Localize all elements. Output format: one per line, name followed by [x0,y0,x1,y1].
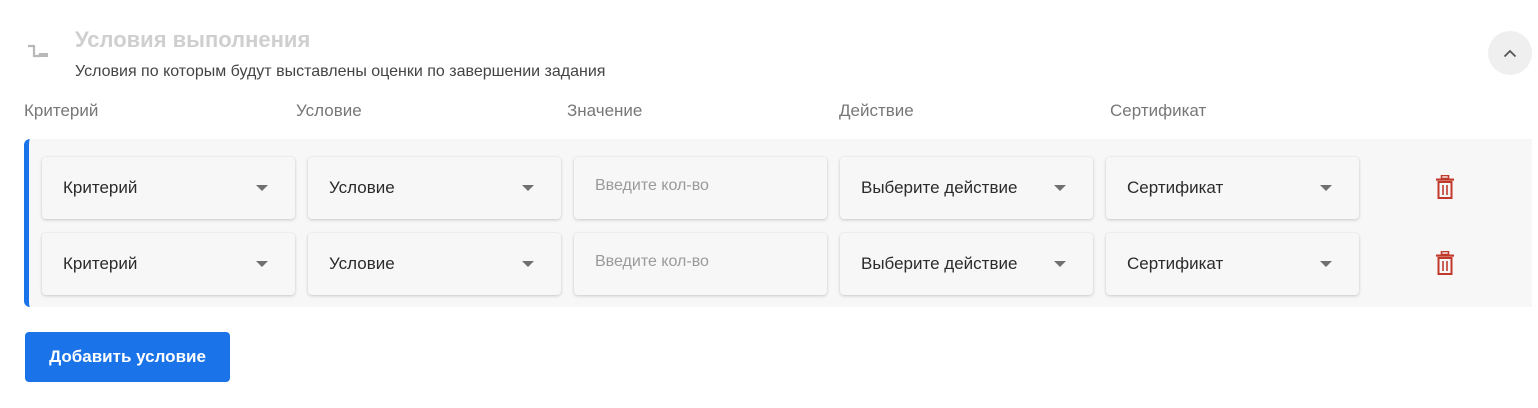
dropdown-caret-icon [1054,261,1066,267]
action-select-value: Выберите действие [861,178,1018,197]
route-step-icon [26,42,50,62]
delete-row-button[interactable] [1432,249,1458,277]
trash-icon [1436,175,1454,199]
condition-select[interactable]: Условие [308,233,561,295]
trash-icon [1436,251,1454,275]
column-header-value: Значение [567,101,643,120]
condition-select-value: Условие [329,178,395,197]
action-select[interactable]: Выберите действие [840,233,1093,295]
column-header-certificate: Сертификат [1110,101,1207,120]
chevron-up-icon [1503,49,1517,57]
delete-row-button[interactable] [1432,173,1458,201]
certificate-select-value: Сертификат [1127,178,1224,197]
value-input-placeholder: Введите кол-во [595,177,709,194]
dropdown-caret-icon [1054,185,1066,191]
column-header-condition: Условие [296,101,362,120]
column-header-action: Действие [839,101,914,120]
value-input[interactable]: Введите кол-во [574,157,827,219]
section-subtitle: Условия по которым будут выставлены оцен… [75,63,606,80]
dropdown-caret-icon [1320,261,1332,267]
collapse-button[interactable] [1488,31,1532,75]
certificate-select-value: Сертификат [1127,254,1224,273]
action-select-value: Выберите действие [861,254,1018,273]
dropdown-caret-icon [522,261,534,267]
certificate-select[interactable]: Сертификат [1106,157,1359,219]
action-select[interactable]: Выберите действие [840,157,1093,219]
criterion-select[interactable]: Критерий [42,157,295,219]
dropdown-caret-icon [256,185,268,191]
dropdown-caret-icon [1320,185,1332,191]
column-header-criterion: Критерий [24,101,99,120]
section-title: Условия выполнения [75,27,311,52]
criterion-select[interactable]: Критерий [42,233,295,295]
value-input[interactable]: Введите кол-во [574,233,827,295]
condition-select[interactable]: Условие [308,157,561,219]
certificate-select[interactable]: Сертификат [1106,233,1359,295]
value-input-placeholder: Введите кол-во [595,253,709,270]
dropdown-caret-icon [256,261,268,267]
dropdown-caret-icon [522,185,534,191]
add-condition-button[interactable]: Добавить условие [25,332,230,382]
criterion-select-value: Критерий [63,178,138,197]
condition-select-value: Условие [329,254,395,273]
criterion-select-value: Критерий [63,254,138,273]
